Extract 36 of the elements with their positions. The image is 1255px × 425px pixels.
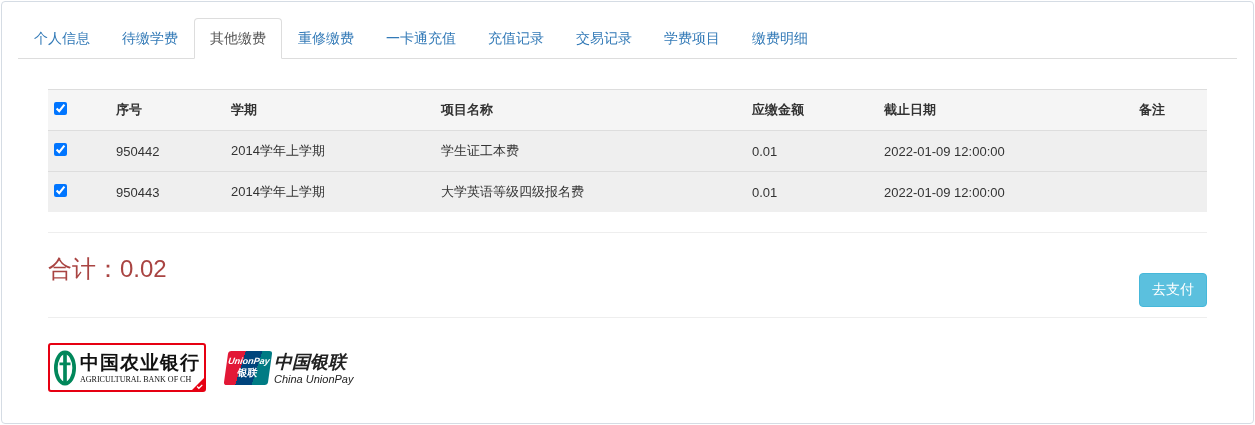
nav-tab[interactable]: 学费项目: [648, 18, 736, 59]
nav-tab[interactable]: 个人信息: [18, 18, 106, 59]
table-cell: 0.01: [752, 143, 778, 159]
table-cell: 950442: [116, 143, 160, 159]
table-cell: 学生证工本费: [441, 143, 519, 158]
nav-tab[interactable]: 待缴学费: [106, 18, 194, 59]
select-all-checkbox[interactable]: [54, 102, 67, 115]
bank-name: 中国农业银行: [80, 351, 200, 375]
table-cell: 0.01: [752, 184, 778, 200]
nav-tab[interactable]: 交易记录: [560, 18, 648, 59]
bank-subtitle: AGRICULTURAL BANK OF CH: [80, 375, 193, 384]
column-header: 学期: [231, 102, 257, 117]
column-header: 项目名称: [441, 102, 493, 117]
table-cell: 950443: [116, 184, 160, 200]
table-cell: 2022-01-09 12:00:00: [884, 184, 1005, 200]
bank-logo-icon: [54, 348, 76, 387]
column-header: 序号: [116, 102, 142, 117]
row-checkbox[interactable]: [54, 143, 67, 156]
nav-tab[interactable]: 其他缴费: [194, 18, 282, 59]
bank-option[interactable]: 中国农业银行 AGRICULTURAL BANK OF CH: [48, 343, 206, 392]
row-checkbox[interactable]: [54, 184, 67, 197]
selected-check-icon: [192, 378, 204, 390]
total-amount: 合计：0.02: [48, 254, 167, 284]
column-header: 应缴金额: [752, 102, 804, 117]
column-header: 备注: [1139, 102, 1165, 117]
nav-tab[interactable]: 缴费明细: [736, 18, 824, 59]
table-cell: 2022-01-09 12:00:00: [884, 143, 1005, 159]
nav-tab[interactable]: 充值记录: [472, 18, 560, 59]
nav-tab[interactable]: 重修缴费: [282, 18, 370, 59]
column-header: 截止日期: [884, 102, 936, 117]
table-cell: 2014学年上学期: [231, 184, 325, 199]
table-cell: 2014学年上学期: [231, 143, 325, 158]
nav-tab[interactable]: 一卡通充值: [370, 18, 472, 59]
bank-name: 中国银联: [274, 350, 349, 373]
bank-subtitle: China UnionPay: [274, 372, 354, 385]
table-cell: 大学英语等级四级报名费: [441, 184, 584, 199]
